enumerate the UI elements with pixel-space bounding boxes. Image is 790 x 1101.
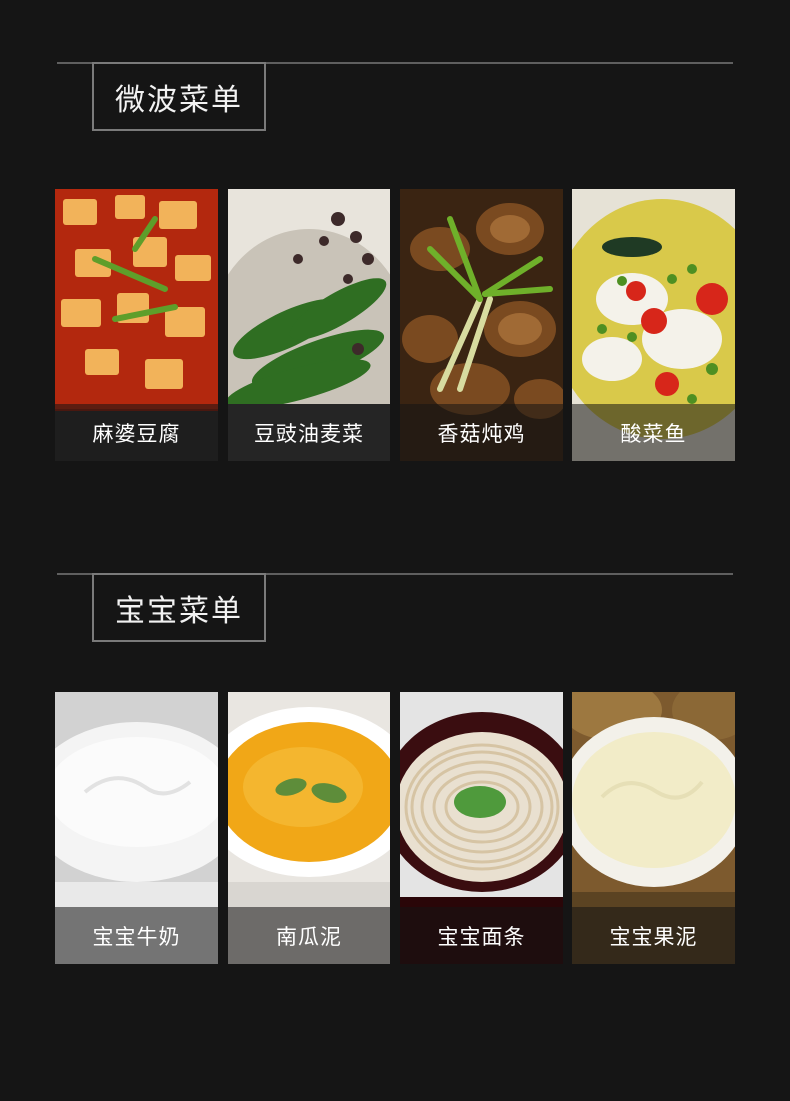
microwave-menu-grid: 麻婆豆腐 豆豉油麦菜 香菇炖鸡 酸菜鱼 [55, 189, 735, 461]
menu-card-mushroom-chicken[interactable]: 香菇炖鸡 [400, 189, 563, 461]
baby-menu-grid: 宝宝牛奶 南瓜泥 宝宝面条 宝宝果泥 [55, 692, 735, 964]
menu-card-baby-fruit-puree[interactable]: 宝宝果泥 [572, 692, 735, 964]
menu-card-pickled-fish[interactable]: 酸菜鱼 [572, 189, 735, 461]
menu-card-label: 宝宝牛奶 [55, 907, 218, 964]
menu-card-label: 香菇炖鸡 [400, 404, 563, 461]
section-title: 微波菜单 [92, 62, 266, 131]
menu-card-label: 麻婆豆腐 [55, 404, 218, 461]
section-title: 宝宝菜单 [92, 573, 266, 642]
menu-card-mapo-tofu[interactable]: 麻婆豆腐 [55, 189, 218, 461]
menu-card-lettuce[interactable]: 豆豉油麦菜 [228, 189, 390, 461]
menu-card-label: 豆豉油麦菜 [228, 404, 390, 461]
menu-card-label: 宝宝面条 [400, 907, 563, 964]
menu-card-pumpkin-puree[interactable]: 南瓜泥 [228, 692, 390, 964]
menu-card-label: 酸菜鱼 [572, 404, 735, 461]
menu-card-baby-milk[interactable]: 宝宝牛奶 [55, 692, 218, 964]
menu-card-label: 南瓜泥 [228, 907, 390, 964]
menu-card-baby-noodles[interactable]: 宝宝面条 [400, 692, 563, 964]
menu-card-label: 宝宝果泥 [572, 907, 735, 964]
